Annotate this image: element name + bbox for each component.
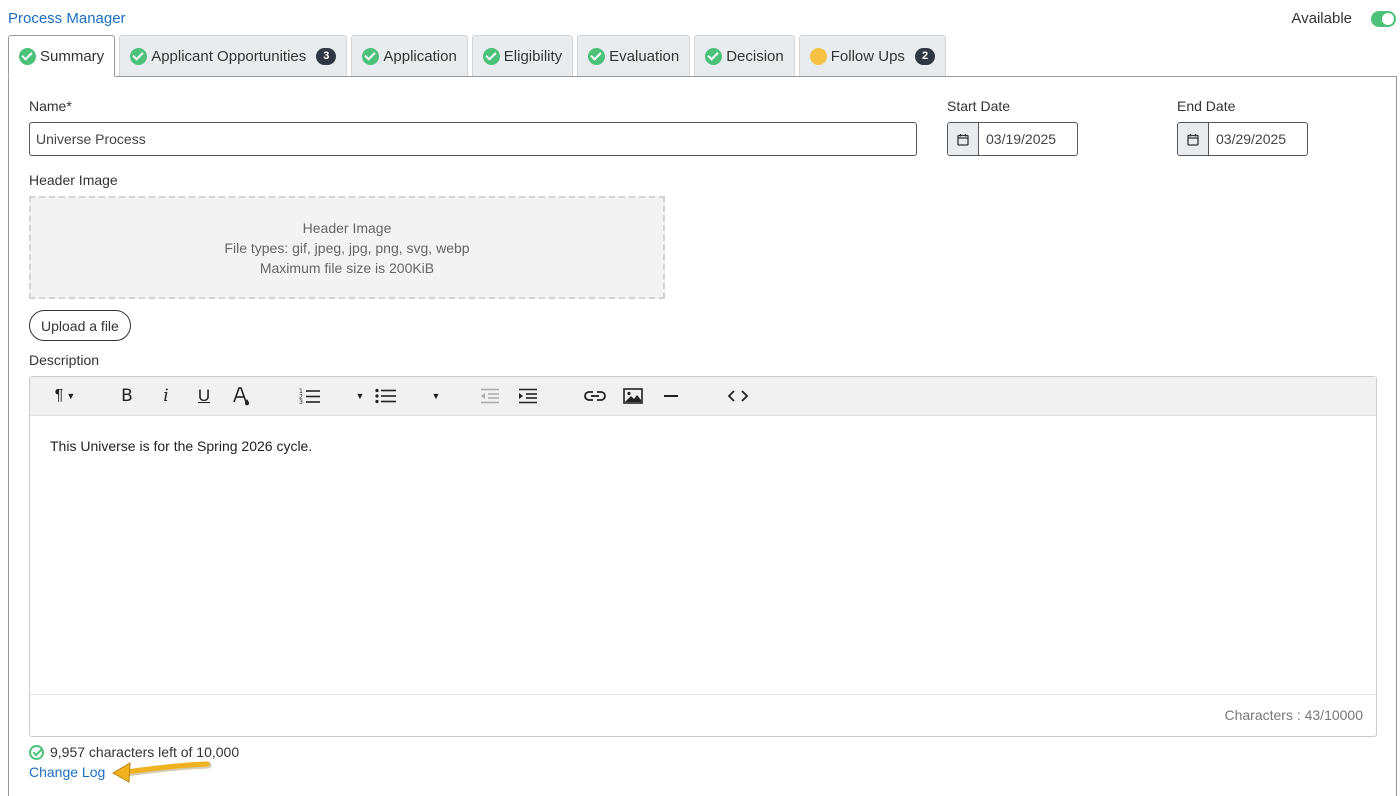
tab-label: Decision [726, 47, 784, 65]
tab-label: Eligibility [503, 47, 563, 65]
calendar-icon[interactable] [1178, 123, 1209, 155]
outdent-icon[interactable] [479, 385, 501, 407]
horizontal-rule-icon[interactable] [661, 385, 681, 407]
start-date-label: Start Date [947, 98, 1011, 114]
description-editor: ¶ ▼ B i U 123 ▼ ▼ This Universe is for t… [29, 376, 1377, 737]
svg-text:3: 3 [299, 399, 303, 405]
tab-application[interactable]: Application [351, 35, 468, 76]
check-circle-icon [29, 744, 44, 760]
italic-icon[interactable]: i [155, 385, 177, 407]
tab-follow-ups[interactable]: Follow Ups 2 [798, 35, 947, 76]
name-label: Name* [29, 98, 72, 114]
image-icon[interactable] [622, 385, 644, 407]
upload-file-button[interactable]: Upload a file [29, 310, 131, 341]
tab-evaluation[interactable]: Evaluation [577, 35, 691, 76]
change-log-link[interactable]: Change Log [29, 764, 105, 780]
end-date-label: End Date [1177, 98, 1236, 114]
tab-eligibility[interactable]: Eligibility [471, 35, 574, 76]
process-manager-link[interactable]: Process Manager [8, 10, 126, 27]
indent-icon[interactable] [517, 385, 539, 407]
tab-label: Follow Ups [830, 47, 905, 65]
check-circle-icon [482, 47, 500, 65]
available-toggle[interactable] [1371, 11, 1396, 27]
dropzone-max-size: Maximum file size is 200KiB [259, 260, 435, 276]
editor-footer: Characters : 43/10000 [30, 694, 1376, 736]
tab-label: Evaluation [609, 47, 680, 65]
start-date-field[interactable]: 03/19/2025 [947, 122, 1078, 156]
available-label: Available [1291, 10, 1352, 27]
tab-bar: Summary Applicant Opportunities 3 Applic… [8, 35, 947, 77]
tab-label: Summary [40, 47, 105, 65]
check-circle-icon [705, 47, 723, 65]
bullet-list-dropdown-icon[interactable]: ▼ [429, 385, 443, 407]
count-badge: 2 [914, 47, 936, 65]
editor-content[interactable]: This Universe is for the Spring 2026 cyc… [50, 438, 312, 454]
text-color-icon[interactable] [230, 385, 252, 407]
dropzone-title: Header Image [302, 220, 392, 236]
dropzone-file-types: File types: gif, jpeg, jpg, png, svg, we… [224, 240, 470, 256]
check-circle-icon [362, 47, 380, 65]
end-date-field[interactable]: 03/29/2025 [1177, 122, 1308, 156]
start-date-value: 03/19/2025 [986, 131, 1057, 147]
check-circle-icon [588, 47, 606, 65]
tab-applicant-opportunities[interactable]: Applicant Opportunities 3 [119, 35, 348, 76]
bold-icon[interactable]: B [116, 385, 138, 407]
tab-summary[interactable]: Summary [8, 35, 116, 77]
count-badge: 3 [316, 47, 337, 65]
tab-label: Applicant Opportunities [151, 47, 307, 65]
link-icon[interactable] [583, 385, 607, 407]
name-input[interactable]: Universe Process [29, 122, 917, 156]
code-view-icon[interactable] [726, 385, 750, 407]
tab-label: Application [383, 47, 457, 65]
end-date-value: 03/29/2025 [1216, 131, 1287, 147]
editor-toolbar: ¶ ▼ B i U 123 ▼ ▼ [30, 377, 1376, 416]
description-label: Description [29, 352, 100, 368]
header-image-dropzone[interactable]: Header Image File types: gif, jpeg, jpg,… [29, 196, 665, 299]
header-image-label: Header Image [29, 172, 118, 188]
check-circle-icon [130, 47, 148, 65]
calendar-icon[interactable] [948, 123, 979, 155]
tab-decision[interactable]: Decision [694, 35, 795, 76]
name-input-value: Universe Process [36, 131, 146, 147]
ordered-list-dropdown-icon[interactable]: ▼ [353, 385, 367, 407]
underline-icon[interactable]: U [193, 385, 215, 407]
paragraph-icon[interactable]: ¶ ▼ [48, 385, 82, 407]
check-circle-icon [19, 47, 36, 65]
bullet-list-icon[interactable] [374, 385, 398, 407]
character-counter: Characters : 43/10000 [1224, 707, 1363, 723]
pending-circle-icon [809, 47, 827, 65]
ordered-list-icon[interactable]: 123 [298, 385, 322, 407]
annotation-arrow-icon [111, 761, 212, 783]
